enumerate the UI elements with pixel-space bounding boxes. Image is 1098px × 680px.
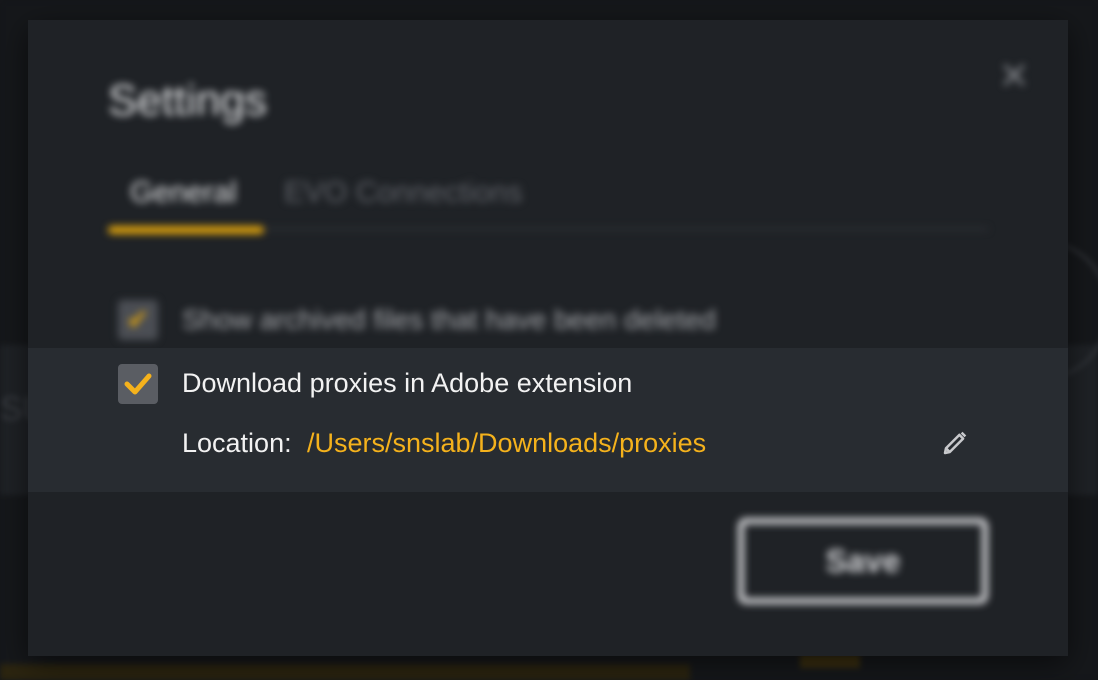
tab-general[interactable]: General <box>130 176 237 210</box>
download-proxies-label: Download proxies in Adobe extension <box>182 368 633 398</box>
location-label: Location: <box>182 428 292 458</box>
close-icon[interactable]: × <box>996 55 1032 93</box>
pencil-icon[interactable] <box>940 428 970 458</box>
show-archived-checkbox[interactable]: ✔ <box>118 300 158 340</box>
background-accent-mark <box>800 654 860 668</box>
show-archived-label: Show archived files that have been delet… <box>182 304 716 335</box>
show-archived-option: ✔ Show archived files that have been del… <box>118 300 818 344</box>
location-path: /Users/snslab/Downloads/proxies <box>307 428 707 458</box>
download-proxies-checkbox[interactable] <box>118 364 158 404</box>
tab-bar: General EVO Connections <box>108 170 988 240</box>
download-proxies-option: Download proxies in Adobe extension Loca… <box>28 348 1068 492</box>
save-button[interactable]: Save <box>738 518 988 604</box>
checkmark-icon <box>124 373 152 395</box>
active-tab-indicator <box>108 226 264 234</box>
dialog-title: Settings <box>108 76 267 125</box>
tab-evo-connections[interactable]: EVO Connections <box>284 176 522 210</box>
background-accent-strip <box>0 664 690 680</box>
settings-dialog: Settings × General EVO Connections ✔ Sho… <box>28 20 1068 656</box>
